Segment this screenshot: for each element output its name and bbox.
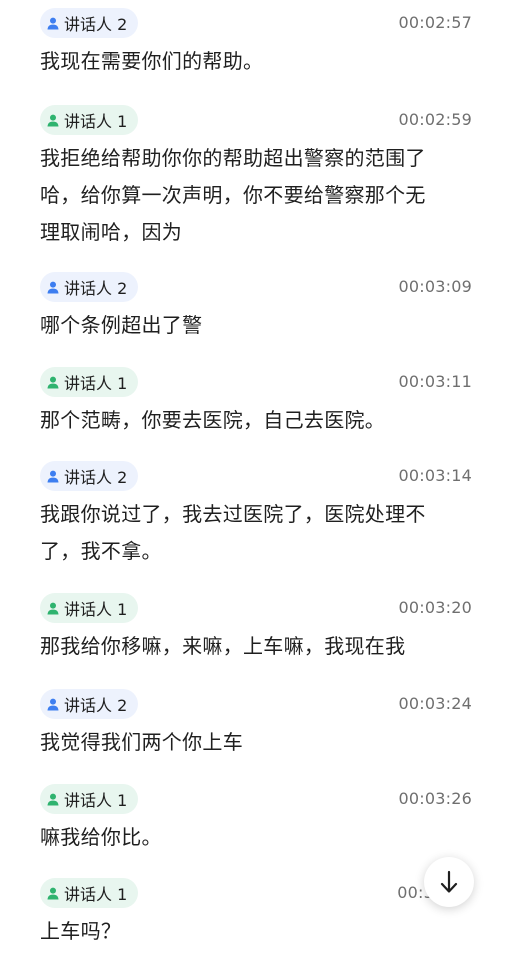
person-icon bbox=[47, 887, 59, 899]
timestamp: 00:03:14 bbox=[398, 466, 472, 485]
person-icon bbox=[47, 470, 59, 482]
entry-text: 那个范畴，你要去医院，自己去医院。 bbox=[40, 408, 386, 432]
speaker-badge[interactable]: 讲话人 1 bbox=[40, 105, 139, 135]
speaker-name: 讲话人 2 bbox=[64, 15, 128, 34]
entry-header: 讲话人 2 00:03:14 bbox=[40, 461, 472, 491]
transcript-entry: 讲话人 1 00:03:26 嘛我给你比。 bbox=[40, 784, 472, 856]
entry-header: 讲话人 2 00:03:24 bbox=[40, 689, 472, 719]
entry-text: 那我给你移嘛，来嘛，上车嘛，我现在我 bbox=[40, 634, 406, 658]
entry-text: 哪个条例超出了警 bbox=[40, 313, 203, 337]
transcript-entry: 讲话人 2 00:03:24 我觉得我们两个你上车 bbox=[40, 689, 472, 761]
entry-header: 讲话人 2 00:02:57 bbox=[40, 8, 472, 38]
entry-text-line: 理取闹哈，因为 bbox=[40, 220, 183, 244]
speaker-name: 讲话人 1 bbox=[64, 374, 128, 393]
person-icon bbox=[47, 793, 59, 805]
scroll-to-bottom-button[interactable] bbox=[424, 857, 474, 907]
person-icon bbox=[47, 17, 59, 29]
timestamp: 00:02:57 bbox=[398, 13, 472, 32]
entry-header: 讲话人 1 00:03:11 bbox=[40, 367, 472, 397]
speaker-badge[interactable]: 讲话人 1 bbox=[40, 367, 139, 397]
entry-text-line: 了，我不拿。 bbox=[40, 539, 162, 563]
transcript-entry: 讲话人 1 00:02:59 我拒绝给帮助你你的帮助超出警察的范围了 哈，给你算… bbox=[40, 105, 472, 251]
speaker-name: 讲话人 1 bbox=[64, 112, 128, 131]
entry-header: 讲话人 1 00:03:26 bbox=[40, 784, 472, 814]
speaker-badge[interactable]: 讲话人 1 bbox=[40, 784, 139, 814]
timestamp: 00:03:24 bbox=[398, 694, 472, 713]
person-icon bbox=[47, 602, 59, 614]
speaker-name: 讲话人 1 bbox=[64, 791, 128, 810]
transcript-entry: 讲话人 2 00:03:14 我跟你说过了，我去过医院了，医院处理不 了，我不拿… bbox=[40, 461, 472, 570]
speaker-badge[interactable]: 讲话人 2 bbox=[40, 8, 139, 38]
speaker-badge[interactable]: 讲话人 2 bbox=[40, 689, 139, 719]
person-icon bbox=[47, 281, 59, 293]
transcript-entry: 讲话人 1 00:03:11 那个范畴，你要去医院，自己去医院。 bbox=[40, 367, 472, 439]
entry-text-line: 我拒绝给帮助你你的帮助超出警察的范围了 bbox=[40, 146, 426, 170]
person-icon bbox=[47, 698, 59, 710]
transcript-entry: 讲话人 2 00:02:57 我现在需要你们的帮助。 bbox=[40, 8, 472, 80]
transcript-entry: 讲话人 2 00:03:09 哪个条例超出了警 bbox=[40, 272, 472, 344]
entry-text-line: 我跟你说过了，我去过医院了，医院处理不 bbox=[40, 502, 426, 526]
entry-text-line: 哈，给你算一次声明，你不要给警察那个无 bbox=[40, 183, 426, 207]
person-icon bbox=[47, 114, 59, 126]
timestamp: 00:03:09 bbox=[398, 277, 472, 296]
timestamp: 00:03:20 bbox=[398, 598, 472, 617]
entry-header: 讲话人 2 00:03:09 bbox=[40, 272, 472, 302]
transcript-entry: 讲话人 1 00:3 上车吗？ bbox=[40, 878, 472, 950]
arrow-down-icon bbox=[440, 870, 458, 893]
timestamp: 00:02:59 bbox=[398, 110, 472, 129]
entry-header: 讲话人 1 00:02:59 bbox=[40, 105, 472, 135]
entry-header: 讲话人 1 00:3 bbox=[40, 878, 472, 908]
speaker-name: 讲话人 2 bbox=[64, 696, 128, 715]
timestamp: 00:03:11 bbox=[398, 372, 472, 391]
entry-text: 我觉得我们两个你上车 bbox=[40, 730, 243, 754]
timestamp: 00:03:26 bbox=[398, 789, 472, 808]
speaker-name: 讲话人 2 bbox=[64, 279, 128, 298]
entry-text: 上车吗？ bbox=[40, 919, 122, 943]
entry-text: 我拒绝给帮助你你的帮助超出警察的范围了 哈，给你算一次声明，你不要给警察那个无 … bbox=[40, 140, 472, 251]
speaker-name: 讲话人 1 bbox=[64, 600, 128, 619]
person-icon bbox=[47, 376, 59, 388]
entry-header: 讲话人 1 00:03:20 bbox=[40, 593, 472, 623]
transcript-entry: 讲话人 1 00:03:20 那我给你移嘛，来嘛，上车嘛，我现在我 bbox=[40, 593, 472, 665]
speaker-badge[interactable]: 讲话人 2 bbox=[40, 272, 139, 302]
speaker-name: 讲话人 1 bbox=[64, 885, 128, 904]
speaker-badge[interactable]: 讲话人 1 bbox=[40, 878, 139, 908]
transcript-list: 讲话人 2 00:02:57 我现在需要你们的帮助。 讲话人 1 00:02:5… bbox=[0, 0, 511, 960]
speaker-badge[interactable]: 讲话人 2 bbox=[40, 461, 139, 491]
entry-text: 嘛我给你比。 bbox=[40, 825, 162, 849]
entry-text: 我跟你说过了，我去过医院了，医院处理不 了，我不拿。 bbox=[40, 496, 472, 570]
speaker-badge[interactable]: 讲话人 1 bbox=[40, 593, 139, 623]
entry-text: 我现在需要你们的帮助。 bbox=[40, 49, 264, 73]
speaker-name: 讲话人 2 bbox=[64, 468, 128, 487]
